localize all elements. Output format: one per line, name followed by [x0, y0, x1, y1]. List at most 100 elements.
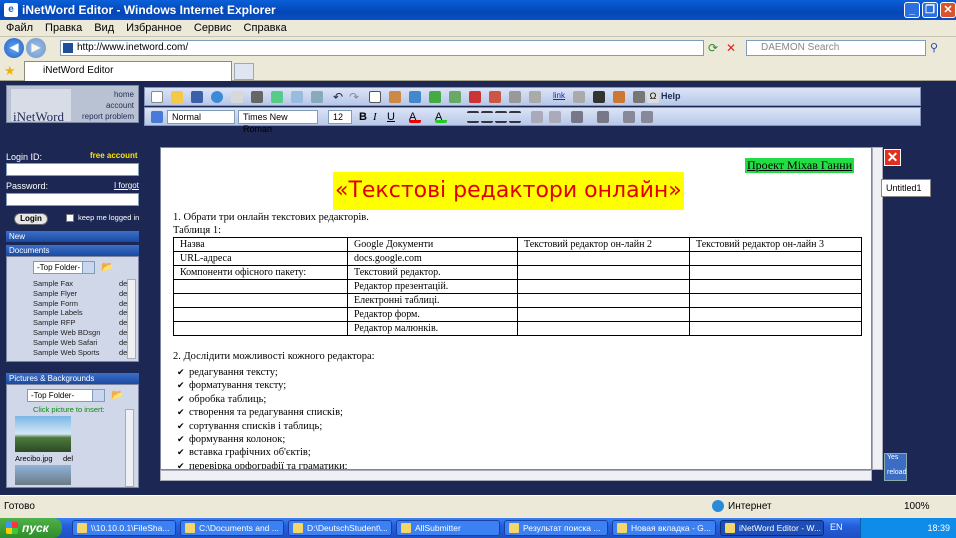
- menu-edit[interactable]: Правка: [39, 20, 88, 36]
- close-window-button[interactable]: ✕: [940, 2, 956, 18]
- table-cell[interactable]: Редактор презентацій.: [347, 279, 518, 294]
- table-cell[interactable]: [689, 265, 862, 280]
- table-cell[interactable]: Редактор малюнків.: [347, 321, 518, 336]
- table-cell[interactable]: [689, 293, 862, 308]
- table-cell[interactable]: [689, 279, 862, 294]
- list-item[interactable]: Sample Fax del: [33, 279, 129, 289]
- folder-icon[interactable]: 📂: [101, 262, 113, 273]
- indent-icon[interactable]: [641, 111, 653, 123]
- media-icon[interactable]: [593, 91, 605, 103]
- save-icon[interactable]: [191, 91, 203, 103]
- align-left-icon[interactable]: [467, 111, 479, 123]
- merge-cells-icon[interactable]: [509, 91, 521, 103]
- password-input[interactable]: [6, 193, 139, 206]
- list-item[interactable]: Sample Form del: [33, 299, 129, 309]
- table-cell[interactable]: [517, 293, 690, 308]
- pictures-scrollbar[interactable]: [125, 409, 134, 487]
- link-home[interactable]: home: [114, 90, 134, 99]
- documents-scrollbar[interactable]: [127, 279, 136, 359]
- taskbar-item-active[interactable]: iNetWord Editor - W...: [720, 520, 824, 536]
- table-cell[interactable]: [517, 265, 690, 280]
- paragraph-spacing-icon[interactable]: [549, 111, 561, 123]
- stop-icon[interactable]: ✕: [726, 41, 740, 55]
- delete-column-icon[interactable]: [489, 91, 501, 103]
- search-icon[interactable]: ⚲: [930, 41, 938, 54]
- address-input[interactable]: http://www.inetword.com/: [60, 40, 704, 56]
- maximize-button[interactable]: ❐: [922, 2, 938, 18]
- justify-icon[interactable]: [509, 111, 521, 123]
- zoom-level[interactable]: 100%: [904, 501, 930, 512]
- insert-column-icon[interactable]: [449, 91, 461, 103]
- keep-logged-checkbox[interactable]: [66, 214, 74, 222]
- list-item[interactable]: Sample Flyer del: [33, 289, 129, 299]
- font-color-button[interactable]: A: [409, 111, 421, 123]
- open-document-tab[interactable]: Untitled1: [881, 179, 931, 197]
- table-cell[interactable]: Назва: [173, 237, 348, 252]
- image-icon[interactable]: [389, 91, 401, 103]
- table-cell[interactable]: [689, 251, 862, 266]
- table-cell[interactable]: Редактор форм.: [347, 307, 518, 322]
- anchor-icon[interactable]: [573, 91, 585, 103]
- table-cell[interactable]: [173, 321, 348, 336]
- forward-button[interactable]: ▶: [26, 38, 46, 58]
- table-cell[interactable]: Текстовий редактор он-лайн 3: [689, 237, 862, 252]
- list-item[interactable]: Sample RFP del: [33, 318, 129, 328]
- special-char-icon[interactable]: Ω: [647, 91, 659, 103]
- size-select[interactable]: 12: [328, 110, 352, 124]
- taskbar-item[interactable]: D:\DeutschStudent\...: [288, 520, 392, 536]
- picture-thumbnail[interactable]: [15, 465, 71, 485]
- editor-horizontal-scrollbar[interactable]: [160, 470, 872, 481]
- favorites-star-icon[interactable]: ★: [4, 63, 16, 79]
- table-cell[interactable]: [517, 307, 690, 322]
- print-icon[interactable]: [251, 91, 263, 103]
- numbered-list-icon[interactable]: [597, 111, 609, 123]
- menu-file[interactable]: Файл: [0, 20, 39, 36]
- table-cell[interactable]: [689, 321, 862, 336]
- table-cell[interactable]: Компоненти офісного пакету:: [173, 265, 348, 280]
- grid-icon[interactable]: [409, 91, 421, 103]
- table-cell[interactable]: Електронні таблиці.: [347, 293, 518, 308]
- font-select[interactable]: Times New Roman: [238, 110, 318, 134]
- close-document-button[interactable]: ✕: [884, 149, 901, 166]
- redo-icon[interactable]: ↷: [349, 91, 361, 103]
- highlight-button[interactable]: A: [435, 111, 447, 123]
- list-item[interactable]: Sample Web BDsgn del: [33, 328, 129, 338]
- table-cell[interactable]: [173, 307, 348, 322]
- align-center-icon[interactable]: [481, 111, 493, 123]
- reload-label[interactable]: reload: [887, 469, 906, 476]
- spellcheck-icon[interactable]: [271, 91, 283, 103]
- taskbar-item[interactable]: Результат поиска ...: [504, 520, 608, 536]
- date-icon[interactable]: [613, 91, 625, 103]
- table-cell[interactable]: docs.google.com: [347, 251, 518, 266]
- picture-delete[interactable]: del: [63, 454, 73, 463]
- table-icon[interactable]: [369, 91, 381, 103]
- new-doc-icon[interactable]: [151, 91, 163, 103]
- tab-inetword-editor[interactable]: iNetWord Editor: [24, 61, 232, 81]
- align-right-icon[interactable]: [495, 111, 507, 123]
- table-cell[interactable]: [517, 279, 690, 294]
- editor-document[interactable]: Проект Міхав Ганни «Текстові редактори о…: [160, 147, 872, 470]
- new-tab-button[interactable]: [234, 63, 254, 80]
- insert-row-icon[interactable]: [429, 91, 441, 103]
- documents-folder-select[interactable]: -Top Folder-: [33, 261, 95, 274]
- menu-favorites[interactable]: Избранное: [120, 20, 188, 36]
- free-account-link[interactable]: free account: [90, 151, 138, 160]
- table-cell[interactable]: [517, 251, 690, 266]
- underline-button[interactable]: U: [387, 111, 399, 123]
- start-button[interactable]: пуск: [0, 518, 62, 538]
- pictures-folder-select[interactable]: -Top Folder-: [27, 389, 105, 402]
- link-account[interactable]: account: [106, 101, 134, 110]
- picture-thumbnail[interactable]: [15, 416, 71, 452]
- login-button[interactable]: Login: [14, 213, 48, 225]
- italic-button[interactable]: I: [373, 111, 385, 123]
- delete-row-icon[interactable]: [469, 91, 481, 103]
- style-select[interactable]: Normal: [167, 110, 235, 124]
- folder-icon[interactable]: 📂: [111, 390, 123, 401]
- table-cell[interactable]: Текстовий редактор он-лайн 2: [517, 237, 690, 252]
- back-button[interactable]: ◀: [4, 38, 24, 58]
- table-cell[interactable]: URL-адреса: [173, 251, 348, 266]
- project-link[interactable]: Проект Міхав Ганни: [745, 158, 855, 173]
- line-spacing-icon[interactable]: [531, 111, 543, 123]
- login-id-input[interactable]: [6, 163, 139, 176]
- minimize-button[interactable]: _: [904, 2, 920, 18]
